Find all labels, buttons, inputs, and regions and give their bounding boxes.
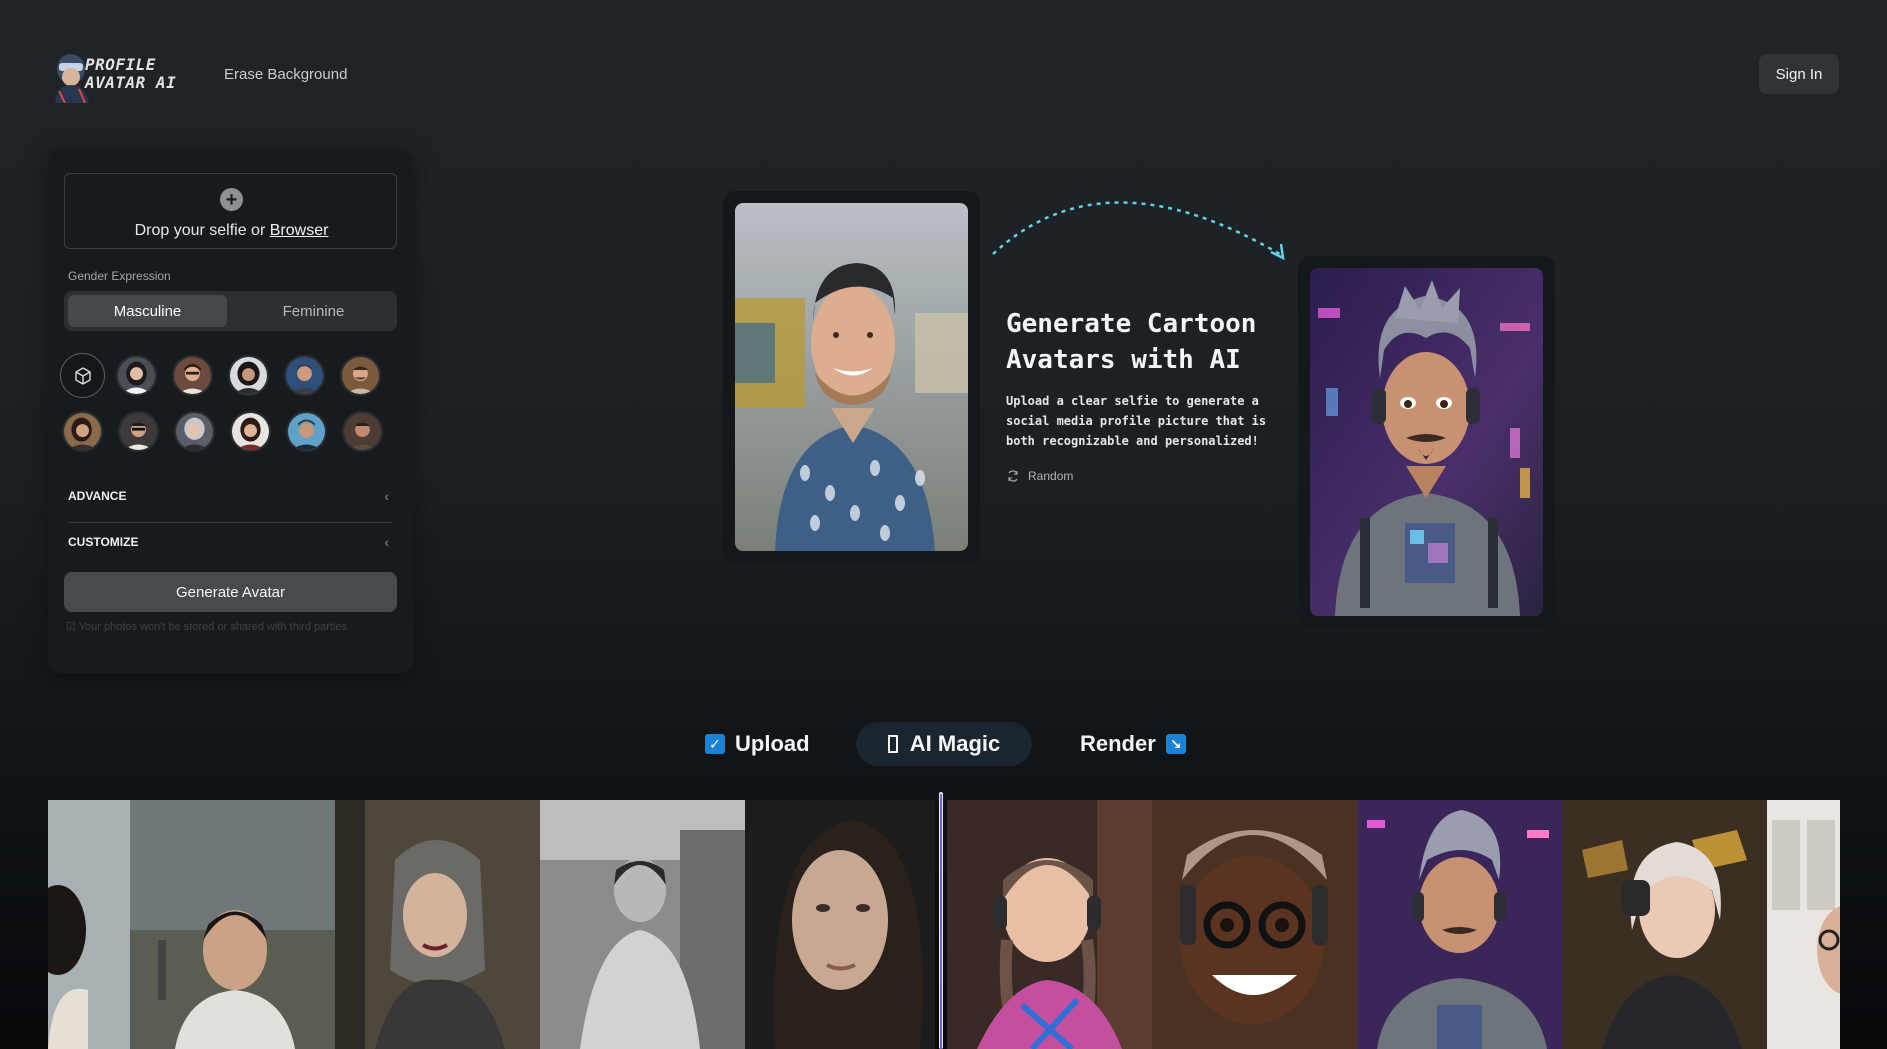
plus-icon: + bbox=[220, 188, 243, 211]
cube-icon bbox=[74, 366, 91, 385]
style-avatar[interactable] bbox=[342, 411, 383, 452]
style-avatar[interactable] bbox=[284, 355, 325, 396]
arrow-down-right-icon: ↘ bbox=[1165, 734, 1186, 754]
step-render-label: Render bbox=[1080, 731, 1156, 756]
advance-section-toggle[interactable]: ADVANCE ‹ bbox=[68, 481, 393, 511]
generate-avatar-button[interactable]: Generate Avatar bbox=[64, 572, 397, 612]
transform-arrow-icon bbox=[992, 201, 1285, 261]
gender-toggle: Masculine Feminine bbox=[64, 291, 397, 331]
gender-expression-label: Gender Expression bbox=[68, 269, 171, 283]
selfie-example-card bbox=[723, 191, 980, 563]
style-avatar[interactable] bbox=[118, 411, 159, 452]
gallery-avatar bbox=[1562, 800, 1767, 1049]
browser-link[interactable]: Browser bbox=[270, 222, 329, 239]
avatar-result-image bbox=[1310, 268, 1543, 616]
style-avatar[interactable] bbox=[174, 411, 215, 452]
gallery-avatar bbox=[1152, 800, 1357, 1049]
chevron-left-icon: ‹ bbox=[384, 533, 389, 550]
random-button[interactable]: Random bbox=[1006, 469, 1073, 483]
logo[interactable]: PROFILE AVATAR AI bbox=[49, 47, 185, 103]
style-avatar[interactable] bbox=[172, 355, 213, 396]
logo-text: PROFILE AVATAR AI bbox=[85, 55, 177, 92]
style-avatar-grid bbox=[60, 353, 400, 468]
gallery-photo bbox=[130, 800, 335, 1049]
gender-option-masculine[interactable]: Masculine bbox=[68, 295, 227, 327]
nav-erase-background[interactable]: Erase Background bbox=[224, 66, 347, 83]
dropzone-prefix: Drop your selfie or bbox=[134, 222, 270, 239]
avatar-result-card bbox=[1298, 256, 1555, 628]
step-ai-magic[interactable]: AI Magic bbox=[856, 722, 1032, 766]
hero-title: Generate Cartoon Avatars with AI bbox=[1006, 309, 1257, 375]
gallery-photo bbox=[48, 800, 130, 1049]
generator-panel: + Drop your selfie or Browser Gender Exp… bbox=[48, 149, 413, 673]
customize-label: CUSTOMIZE bbox=[68, 534, 139, 549]
gallery-photo bbox=[745, 800, 935, 1049]
header: PROFILE AVATAR AI Erase Background Sign … bbox=[0, 0, 1887, 140]
before-after-slider-handle[interactable] bbox=[935, 792, 947, 1049]
gallery-photo bbox=[335, 800, 540, 1049]
shield-check-icon: ☑ bbox=[66, 621, 79, 633]
random-style-button[interactable] bbox=[60, 353, 105, 398]
hero-description: Upload a clear selfie to generate a soci… bbox=[1006, 394, 1267, 448]
advance-label: ADVANCE bbox=[68, 489, 127, 503]
gallery-avatar bbox=[1357, 800, 1562, 1049]
customize-section-toggle[interactable]: CUSTOMIZE ‹ bbox=[68, 522, 393, 558]
process-steps: ✓ Upload AI Magic Render ↘ bbox=[0, 722, 1887, 766]
privacy-text: Your photos won't be stored or shared wi… bbox=[78, 621, 348, 633]
step-render[interactable]: Render ↘ bbox=[1080, 722, 1186, 766]
gallery-photo bbox=[540, 800, 745, 1049]
style-avatar[interactable] bbox=[286, 411, 327, 452]
refresh-icon bbox=[1008, 470, 1018, 482]
missing-glyph-icon bbox=[887, 735, 898, 753]
chevron-left-icon: ‹ bbox=[384, 488, 389, 504]
sign-in-button[interactable]: Sign In bbox=[1759, 54, 1839, 94]
style-avatar[interactable] bbox=[62, 411, 103, 452]
style-avatar[interactable] bbox=[228, 355, 269, 396]
step-upload[interactable]: ✓ Upload bbox=[705, 722, 810, 766]
gender-option-feminine[interactable]: Feminine bbox=[234, 295, 393, 327]
style-avatar[interactable] bbox=[116, 355, 157, 396]
upload-dropzone[interactable]: + Drop your selfie or Browser bbox=[64, 173, 397, 249]
step-ai-magic-label: AI Magic bbox=[909, 731, 1001, 756]
random-label: Random bbox=[1028, 469, 1074, 483]
dropzone-text: Drop your selfie or Browser bbox=[65, 222, 398, 240]
gallery-avatar bbox=[947, 800, 1152, 1049]
step-upload-label: Upload bbox=[735, 731, 810, 756]
style-avatar[interactable] bbox=[230, 411, 271, 452]
selfie-example-photo bbox=[735, 203, 968, 551]
style-avatar[interactable] bbox=[340, 355, 381, 396]
privacy-note: ☑ Your photos won't be stored or shared … bbox=[66, 619, 386, 635]
check-icon: ✓ bbox=[705, 734, 725, 754]
gallery-photo bbox=[1767, 800, 1840, 1049]
